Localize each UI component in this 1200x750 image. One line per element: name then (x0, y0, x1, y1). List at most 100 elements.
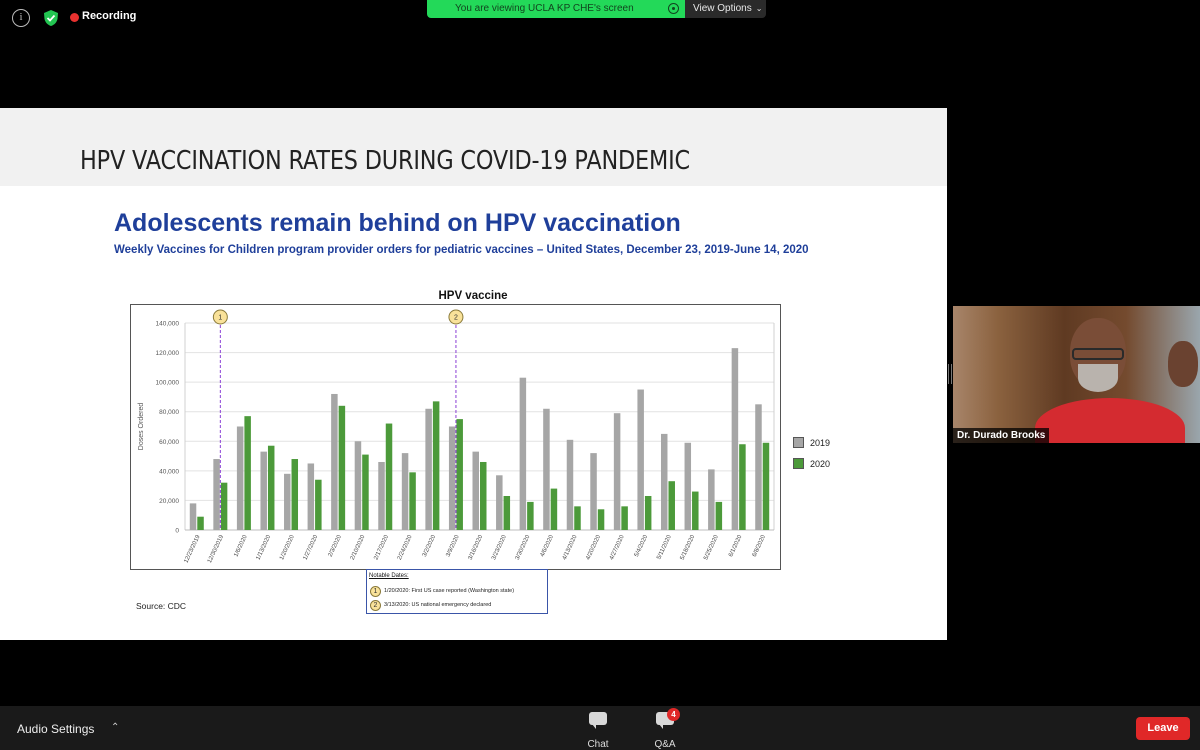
x-tick-label: 6/1/2020 (728, 534, 744, 558)
bar-2019 (755, 404, 762, 530)
legend-label-2020: 2020 (810, 459, 831, 469)
x-tick-label: 3/16/2020 (468, 534, 485, 561)
slide-headline: Adolescents remain behind on HPV vaccina… (114, 209, 681, 237)
bar-2019 (354, 441, 362, 530)
bar-2020 (244, 416, 251, 530)
x-tick-label: 5/11/2020 (656, 534, 673, 561)
bar-2020 (220, 482, 228, 530)
chat-button[interactable]: Chat (578, 712, 618, 750)
notable-date-marker: 2 (370, 600, 381, 611)
bar-2020 (197, 516, 204, 530)
x-tick-label: 12/30/2019 (207, 534, 225, 564)
y-tick-label: 40,000 (159, 468, 179, 475)
bar-2019 (543, 408, 550, 530)
bar-2019 (189, 503, 197, 530)
notable-dates-box: Notable Dates: 1 1/20/2020: First US cas… (366, 569, 548, 614)
qa-badge: 4 (667, 708, 680, 721)
annotation-marker-label: 1 (218, 315, 222, 322)
slide-source: Source: CDC (136, 601, 187, 611)
qa-button[interactable]: 4 Q&A (645, 708, 685, 750)
bar-2020 (597, 509, 605, 530)
bar-2020 (409, 472, 416, 530)
meeting-top-bar: i Recording You are viewing UCLA KP CHE'… (0, 0, 1200, 36)
participant-video-tile[interactable]: Dr. Durado Brooks (953, 306, 1200, 443)
qa-label: Q&A (654, 739, 676, 750)
leave-button[interactable]: Leave (1136, 717, 1190, 740)
bar-2019 (613, 413, 621, 530)
bar-2020 (503, 495, 511, 530)
screen-share-text: You are viewing UCLA KP CHE's screen (455, 3, 634, 14)
view-options-chevron-icon: ⌄ (755, 4, 763, 13)
bar-2019 (307, 463, 315, 530)
bar-2019 (284, 473, 291, 530)
y-tick-label: 100,000 (156, 380, 180, 387)
bar-2019 (519, 377, 527, 530)
chat-label: Chat (587, 739, 609, 750)
x-tick-label: 4/6/2020 (540, 534, 556, 558)
view-options-label: View Options (693, 3, 752, 14)
bar-2020 (668, 481, 675, 530)
bar-2019 (731, 348, 739, 530)
x-tick-label: 2/3/2020 (328, 534, 344, 558)
y-tick-label: 80,000 (159, 409, 179, 416)
bar-2020 (456, 419, 463, 530)
x-tick-label: 1/13/2020 (256, 534, 273, 561)
bar-2019 (331, 393, 338, 530)
x-tick-label: 3/9/2020 (445, 534, 461, 558)
bar-2019 (684, 442, 692, 530)
y-tick-label: 0 (175, 528, 179, 535)
x-tick-label: 4/27/2020 (609, 534, 626, 561)
bar-2019 (448, 426, 456, 530)
bar-2019 (425, 408, 432, 530)
audio-settings-button[interactable]: Audio Settings (17, 722, 94, 736)
bar-2019 (590, 453, 597, 530)
y-axis-label: Doses Ordered (138, 403, 145, 451)
legend-swatch-2020 (793, 458, 804, 469)
bar-2019 (472, 451, 479, 530)
shield-check-icon[interactable] (42, 9, 60, 27)
notable-date-text: 3/13/2020: US national emergency declare… (384, 602, 492, 608)
bar-2019 (637, 389, 644, 530)
bar-2019 (660, 433, 668, 530)
bar-2020 (480, 461, 487, 530)
recording-label: Recording (82, 10, 137, 22)
bar-2020 (621, 506, 628, 530)
x-tick-label: 1/6/2020 (233, 534, 249, 558)
bar-2019 (236, 426, 244, 530)
bar-2020 (762, 442, 770, 530)
y-tick-label: 20,000 (159, 498, 179, 505)
bar-2020 (527, 501, 534, 530)
hpv-bar-chart: 0 20,000 40,000 60,000 80,000 100,000 120,000 1… (130, 304, 781, 570)
participant-hand (1168, 341, 1198, 387)
bar-2020 (574, 506, 581, 530)
info-icon[interactable]: i (12, 9, 30, 27)
notable-date-marker: 1 (370, 586, 381, 597)
x-tick-label: 6/8/2020 (752, 534, 768, 558)
bar-2019 (566, 439, 574, 530)
meeting-toolbar: Audio Settings ⌃ Chat 4 Q&A Leave (0, 706, 1200, 750)
video-panel-resize-handle[interactable] (948, 364, 952, 384)
bar-2019 (260, 451, 267, 530)
x-tick-label: 1/27/2020 (303, 534, 320, 561)
bar-2020 (338, 405, 346, 530)
view-options-button[interactable]: View Options ⌄ (685, 0, 766, 18)
participant-glasses (1072, 348, 1124, 360)
bar-2020 (291, 459, 299, 530)
bar-2020 (315, 479, 322, 530)
bar-2020 (644, 495, 652, 530)
x-tick-label: 4/13/2020 (562, 534, 579, 561)
y-tick-label: 60,000 (159, 439, 179, 446)
participant-name: Dr. Durado Brooks (953, 428, 1050, 443)
legend-label-2019: 2019 (810, 438, 831, 448)
x-tick-label: 5/4/2020 (634, 534, 650, 558)
caret-up-icon[interactable]: ⌃ (111, 722, 119, 733)
x-tick-label: 5/18/2020 (680, 534, 697, 561)
shared-slide: HPV VACCINATION RATES DURING COVID-19 PA… (0, 108, 947, 640)
bar-2019 (708, 469, 715, 530)
bar-2019 (496, 475, 503, 530)
y-tick-label: 120,000 (156, 350, 180, 357)
bar-2019 (401, 453, 409, 530)
slide-subheadline: Weekly Vaccines for Children program pro… (114, 244, 809, 256)
x-tick-label: 2/24/2020 (397, 534, 414, 561)
bar-2019 (213, 459, 220, 530)
